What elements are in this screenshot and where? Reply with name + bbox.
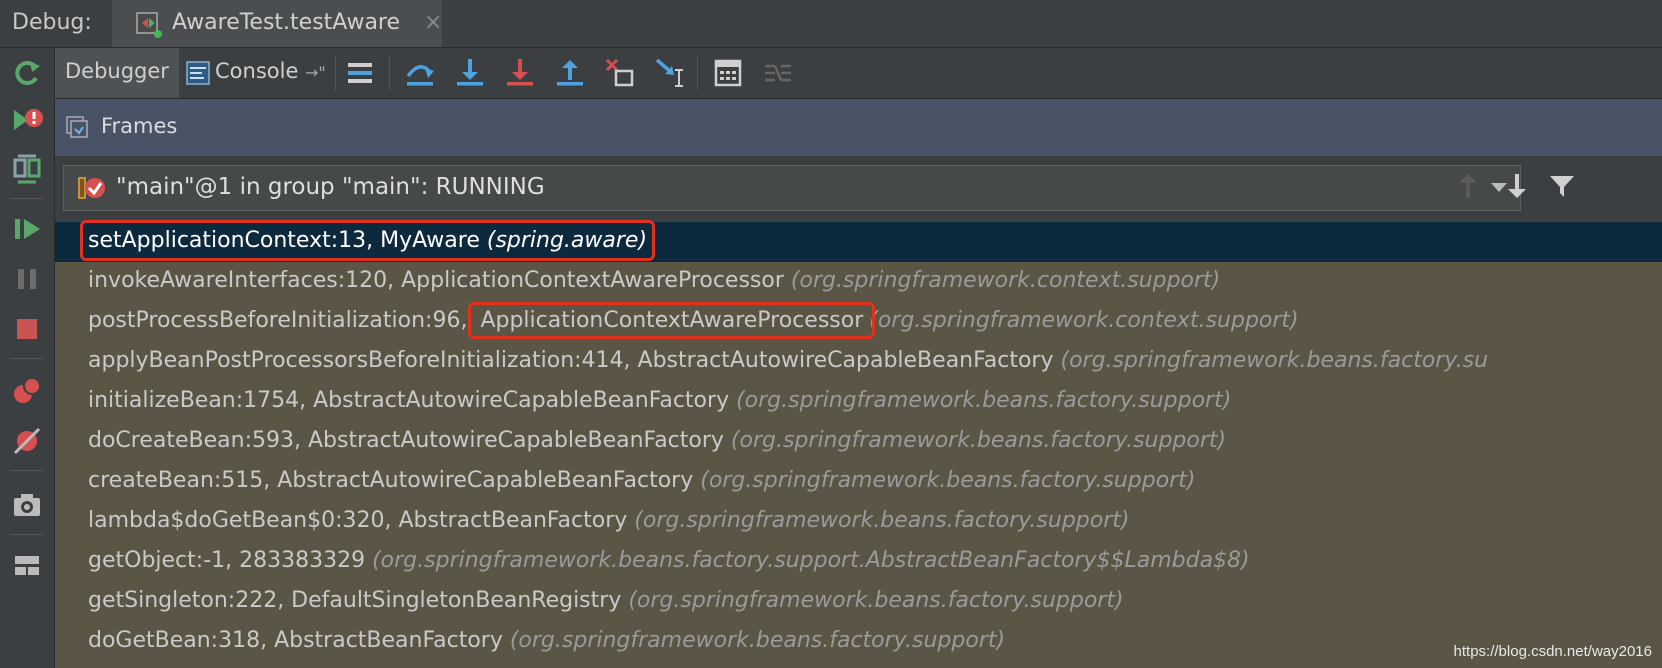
run-to-cursor-icon[interactable] bbox=[653, 56, 687, 90]
frame-method: postProcessBeforeInitialization:96, bbox=[88, 308, 475, 333]
stack-frame[interactable]: setApplicationContext:13, MyAware (sprin… bbox=[55, 222, 1662, 262]
frame-package: (org.springframework.beans.factory.suppo… bbox=[736, 388, 1232, 413]
debug-label: Debug: bbox=[12, 10, 92, 35]
frame-package: (org.springframework.context.support) bbox=[790, 268, 1221, 293]
watermark: https://blog.csdn.net/way2016 bbox=[1453, 643, 1652, 660]
thread-dropdown[interactable]: "main"@1 in group "main": RUNNING bbox=[63, 165, 1521, 211]
frame-package: (org.springframework.beans.factory.suppo… bbox=[634, 508, 1130, 533]
filter-icon[interactable] bbox=[1547, 171, 1577, 201]
separator bbox=[10, 470, 44, 471]
resume-program-icon[interactable] bbox=[10, 212, 44, 246]
frame-method: setApplicationContext:13, MyAware bbox=[88, 228, 480, 253]
camera-icon[interactable] bbox=[10, 488, 44, 522]
frames-icon bbox=[66, 116, 88, 138]
stack-frame[interactable]: createBean:515, AbstractAutowireCapableB… bbox=[55, 462, 1662, 502]
step-over-icon[interactable] bbox=[403, 56, 437, 90]
stop-icon[interactable] bbox=[10, 312, 44, 346]
frame-package: (org.springframework.beans.factory.suppo… bbox=[700, 468, 1196, 493]
next-frame-icon[interactable] bbox=[1502, 171, 1532, 201]
session-tab-title: AwareTest.testAware bbox=[172, 10, 401, 35]
stack-frames-list: setApplicationContext:13, MyAware (sprin… bbox=[55, 222, 1662, 668]
console-icon bbox=[186, 61, 210, 85]
frame-method: lambda$doGetBean$0:320, AbstractBeanFact… bbox=[88, 508, 628, 533]
stack-frame[interactable]: initializeBean:1754, AbstractAutowireCap… bbox=[55, 382, 1662, 422]
rerun-failed-tests-icon[interactable] bbox=[10, 104, 44, 138]
trace-current-stream-icon[interactable] bbox=[761, 56, 795, 90]
separator bbox=[10, 198, 44, 199]
pause-program-icon[interactable] bbox=[10, 262, 44, 296]
thread-running-icon bbox=[78, 177, 105, 199]
mute-breakpoints-icon[interactable] bbox=[10, 424, 44, 458]
frame-method: initializeBean:1754, AbstractAutowireCap… bbox=[88, 388, 730, 413]
force-step-into-icon[interactable] bbox=[503, 56, 537, 90]
tab-debugger-label: Debugger bbox=[65, 59, 169, 83]
frame-method: doCreateBean:593, AbstractAutowireCapabl… bbox=[88, 428, 724, 453]
separator bbox=[697, 56, 698, 90]
frame-method: invokeAwareInterfaces:120, ApplicationCo… bbox=[88, 268, 784, 293]
close-icon[interactable]: × bbox=[424, 10, 442, 35]
stack-frame[interactable]: invokeAwareInterfaces:120, ApplicationCo… bbox=[55, 262, 1662, 302]
frames-title: Frames bbox=[101, 114, 178, 138]
debug-tool-window-header: Debug: AwareTest.testAware × bbox=[0, 0, 1662, 48]
view-breakpoints-icon[interactable] bbox=[10, 374, 44, 408]
stack-frame[interactable]: doCreateBean:593, AbstractAutowireCapabl… bbox=[55, 422, 1662, 462]
frame-package: (org.springframework.beans.factory.suppo… bbox=[372, 548, 1250, 573]
stack-frame[interactable]: getObject:-1, 283383329 (org.springframe… bbox=[55, 542, 1662, 582]
thread-label: "main"@1 in group "main": RUNNING bbox=[116, 174, 545, 200]
drop-frame-icon[interactable] bbox=[603, 56, 637, 90]
frames-panel-header: Frames bbox=[55, 99, 1662, 156]
frame-method: getSingleton:222, DefaultSingletonBeanRe… bbox=[88, 588, 622, 613]
frame-package: (spring.aware) bbox=[486, 228, 648, 253]
thread-selector-row: "main"@1 in group "main": RUNNING bbox=[55, 157, 1662, 223]
stack-frame[interactable]: postProcessBeforeInitialization:96, Appl… bbox=[55, 302, 1662, 342]
frame-package: (org.springframework.context.support) bbox=[869, 308, 1299, 333]
frame-method: createBean:515, AbstractAutowireCapableB… bbox=[88, 468, 694, 493]
show-execution-point-icon[interactable] bbox=[343, 56, 377, 90]
debugger-toolbar: Debugger Console →" bbox=[55, 48, 1662, 99]
step-into-icon[interactable] bbox=[453, 56, 487, 90]
frame-class: ApplicationContextAwareProcessor bbox=[480, 308, 864, 333]
console-pin-icon[interactable]: →" bbox=[305, 63, 326, 82]
frame-method: doGetBean:318, AbstractBeanFactory bbox=[88, 628, 503, 653]
restore-layout-icon[interactable] bbox=[10, 548, 44, 582]
tab-debugger[interactable]: Debugger bbox=[55, 48, 179, 98]
separator bbox=[335, 56, 336, 90]
rerun-icon[interactable] bbox=[10, 56, 44, 90]
stack-frame[interactable]: lambda$doGetBean$0:320, AbstractBeanFact… bbox=[55, 502, 1662, 542]
tab-console[interactable]: Console →" bbox=[179, 48, 347, 98]
frame-method: applyBeanPostProcessorsBeforeInitializat… bbox=[88, 348, 1054, 373]
evaluate-expression-icon[interactable] bbox=[711, 56, 745, 90]
separator bbox=[389, 56, 390, 90]
frame-package: (org.springframework.beans.factory.suppo… bbox=[730, 428, 1227, 453]
tab-console-label: Console bbox=[215, 59, 299, 83]
frame-package: (org.springframework.beans.factory.suppo… bbox=[509, 628, 1006, 653]
separator bbox=[10, 358, 44, 359]
step-out-icon[interactable] bbox=[553, 56, 587, 90]
frame-method: getObject:-1, 283383329 bbox=[88, 548, 366, 573]
previous-frame-icon[interactable] bbox=[1453, 171, 1483, 201]
test-run-icon bbox=[136, 12, 162, 38]
separator bbox=[10, 534, 44, 535]
frame-package: (org.springframework.beans.factory.suppo… bbox=[628, 588, 1124, 613]
debug-actions-sidebar bbox=[0, 48, 55, 668]
session-tab[interactable]: AwareTest.testAware × bbox=[112, 0, 442, 47]
stack-frame[interactable]: applyBeanPostProcessorsBeforeInitializat… bbox=[55, 342, 1662, 382]
stack-frame[interactable]: getSingleton:222, DefaultSingletonBeanRe… bbox=[55, 582, 1662, 622]
toggle-auto-test-icon[interactable] bbox=[10, 152, 44, 186]
frame-package: (org.springframework.beans.factory.su bbox=[1060, 348, 1489, 373]
stack-frame[interactable]: doGetBean:318, AbstractBeanFactory (org.… bbox=[55, 622, 1662, 662]
